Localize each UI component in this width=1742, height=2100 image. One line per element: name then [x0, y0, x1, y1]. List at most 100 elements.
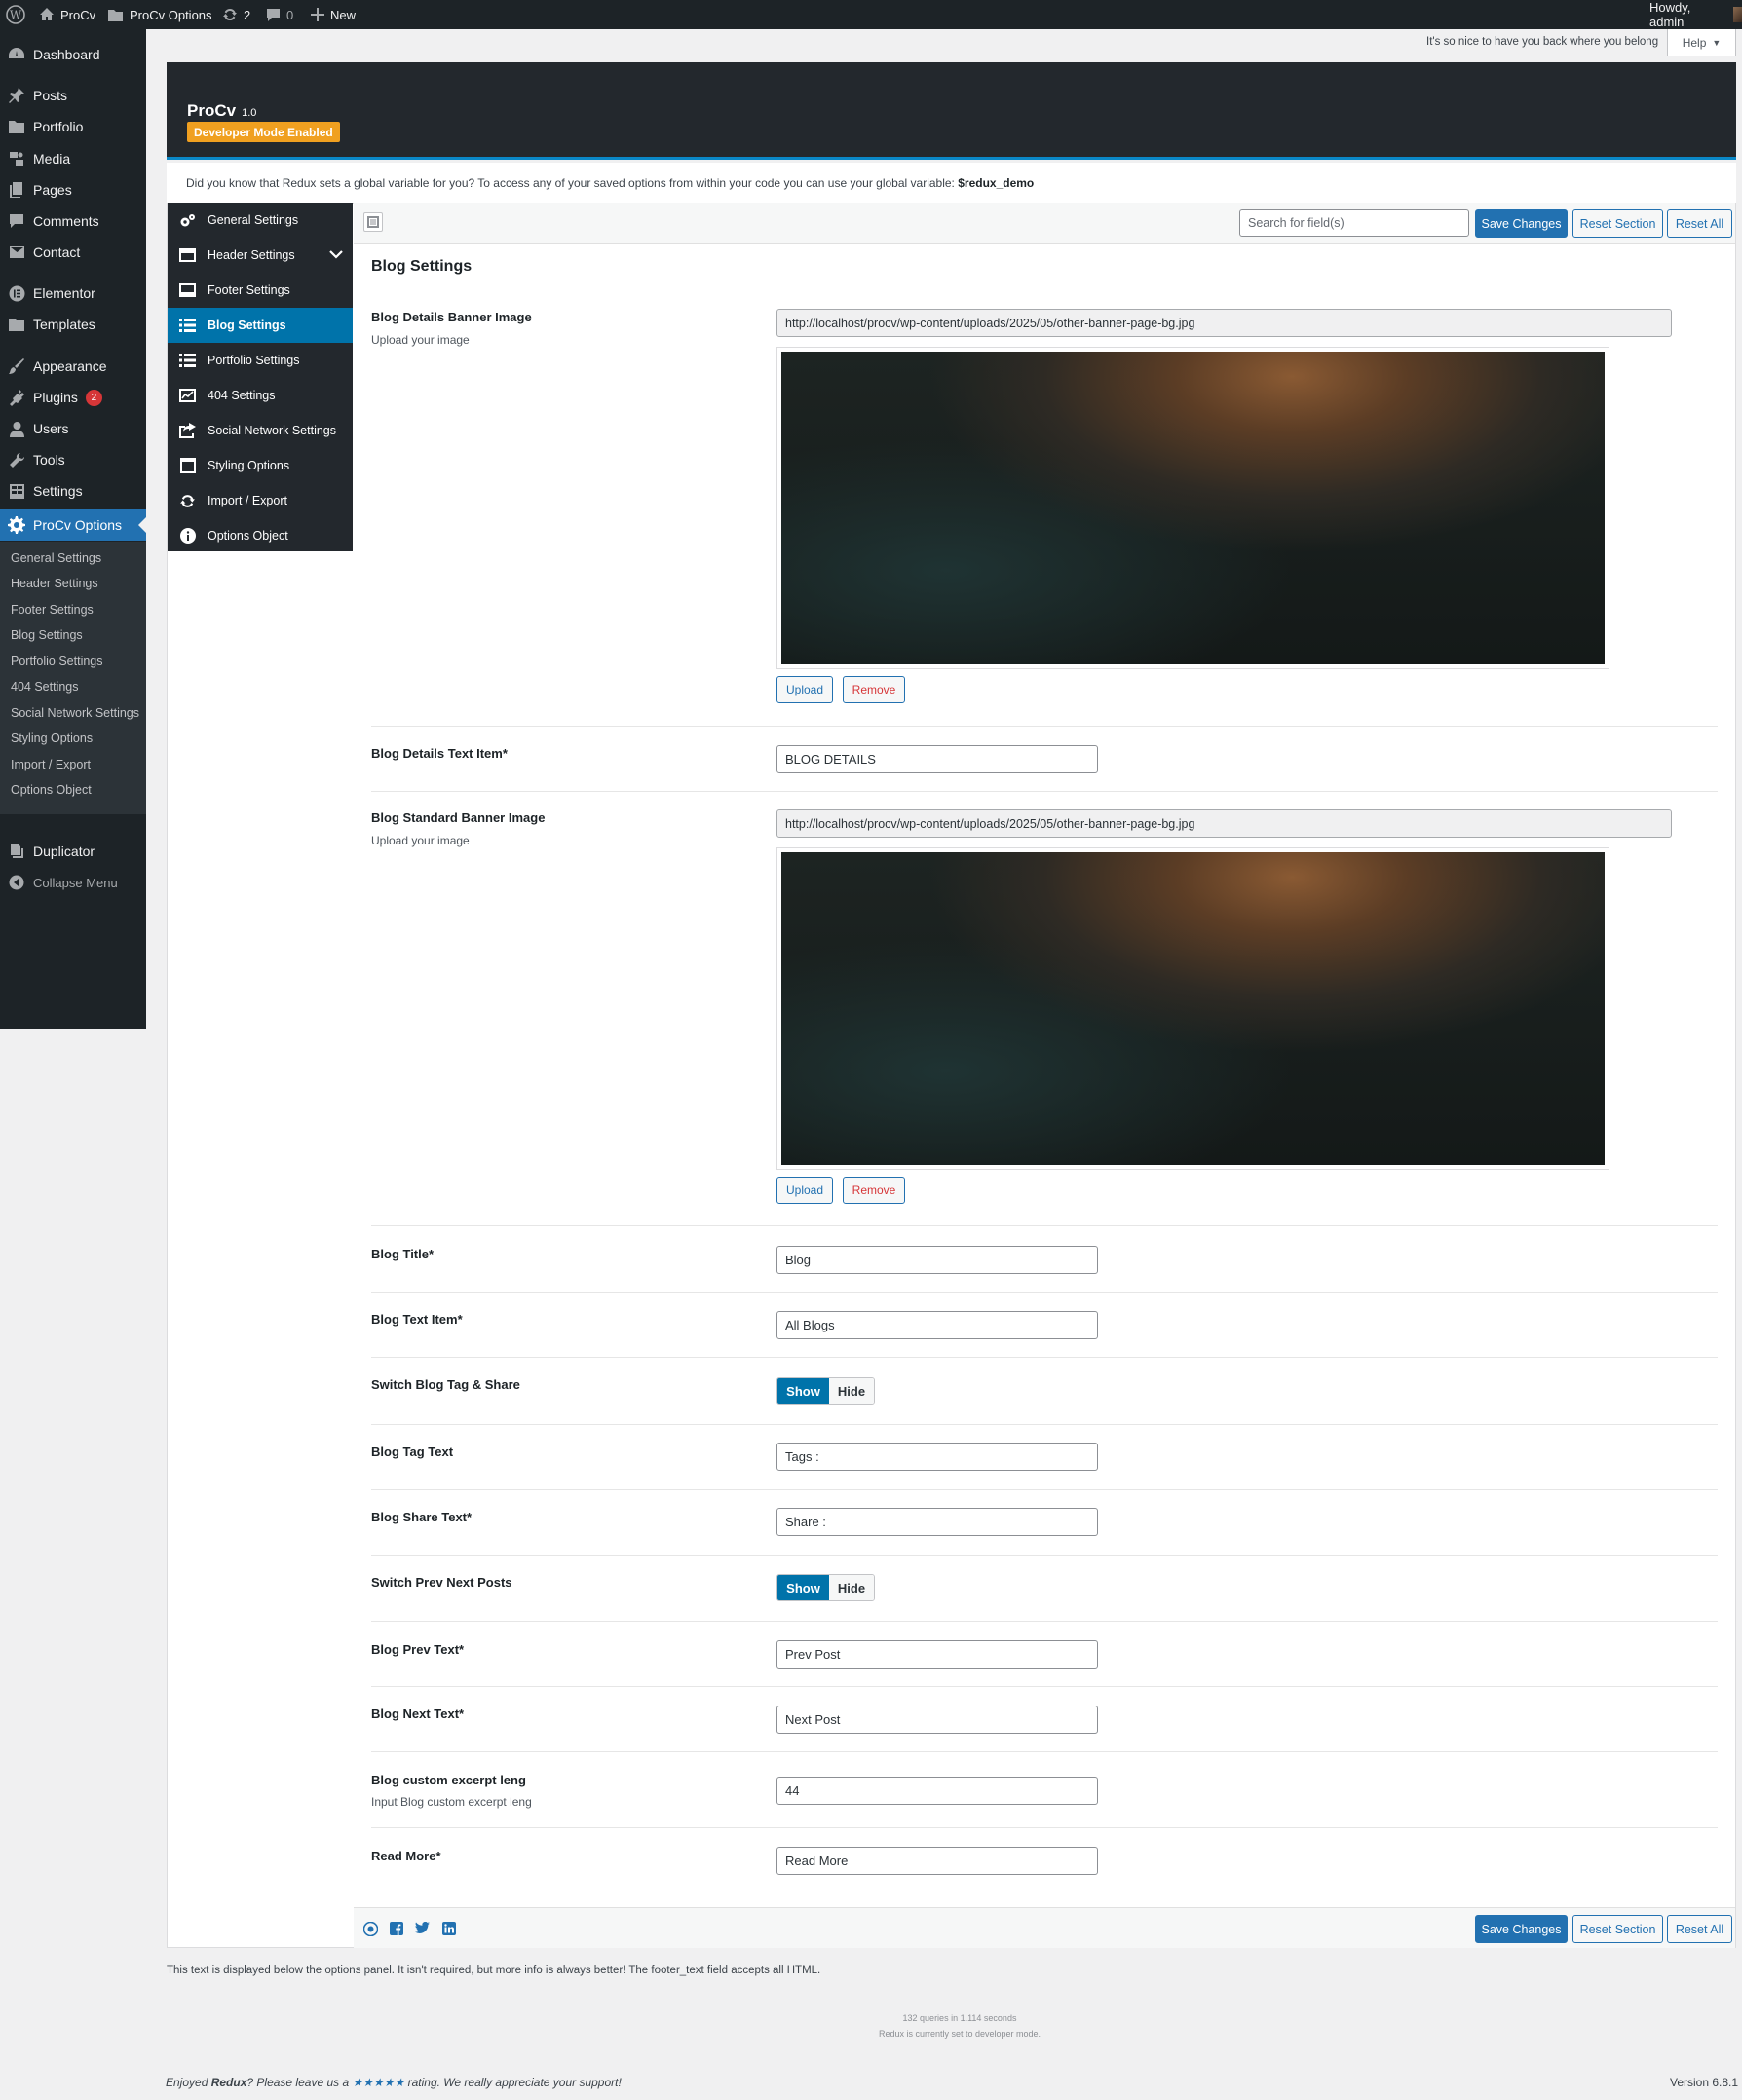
menu-plugins[interactable]: Plugins 2: [0, 382, 146, 413]
site-name-link[interactable]: ProCv: [39, 0, 95, 29]
nav-import-export[interactable]: Import / Export: [168, 483, 353, 518]
share-icon: [168, 423, 208, 438]
search-input[interactable]: Search for field(s): [1239, 209, 1469, 237]
next-text-field[interactable]: Next Post: [776, 1706, 1098, 1734]
standard-banner-upload-button[interactable]: Upload: [776, 1177, 833, 1204]
menu-users[interactable]: Users: [0, 413, 146, 444]
folder-icon: [0, 119, 33, 134]
settings-icon: [0, 483, 33, 500]
menu-portfolio[interactable]: Portfolio: [0, 111, 146, 142]
tag-text-field[interactable]: Tags :: [776, 1443, 1098, 1471]
details-banner-url-field[interactable]: http://localhost/procv/wp-content/upload…: [776, 309, 1672, 337]
nav-header-settings[interactable]: Header Settings: [168, 238, 353, 273]
nav-label: Footer Settings: [208, 283, 290, 297]
standard-banner-url-field[interactable]: http://localhost/procv/wp-content/upload…: [776, 809, 1672, 838]
help-label: Help: [1682, 35, 1707, 50]
save-changes-button[interactable]: Save Changes: [1475, 1915, 1568, 1943]
divider: [371, 1292, 1718, 1293]
standard-banner-remove-button[interactable]: Remove: [843, 1177, 905, 1204]
menu-elementor[interactable]: Elementor: [0, 278, 146, 309]
submenu-import-export[interactable]: Import / Export: [11, 758, 91, 771]
prev-text-field[interactable]: Prev Post: [776, 1640, 1098, 1669]
howdy-text: Howdy, admin: [1649, 0, 1691, 29]
switch-hide[interactable]: Hide: [829, 1575, 874, 1600]
field-label: Blog custom excerpt leng: [371, 1773, 526, 1787]
account-menu[interactable]: Howdy, admin: [1649, 0, 1742, 29]
nav-social-network-settings[interactable]: Social Network Settings: [168, 413, 353, 448]
submenu-styling-options[interactable]: Styling Options: [11, 731, 93, 745]
menu-templates[interactable]: Templates: [0, 309, 146, 340]
submenu-footer-settings[interactable]: Footer Settings: [11, 603, 94, 617]
expand-options-icon[interactable]: [363, 212, 383, 232]
nav-portfolio-settings[interactable]: Portfolio Settings: [168, 343, 353, 378]
reset-section-button[interactable]: Reset Section: [1572, 1915, 1663, 1943]
details-banner-upload-button[interactable]: Upload: [776, 676, 833, 703]
menu-duplicator[interactable]: Duplicator: [0, 836, 146, 867]
submenu-blog-settings[interactable]: Blog Settings: [11, 628, 83, 642]
nav-styling-options[interactable]: Styling Options: [168, 448, 353, 483]
details-text-field[interactable]: BLOG DETAILS: [776, 745, 1098, 773]
reset-section-label: Reset Section: [1579, 216, 1656, 231]
rating-stars-link[interactable]: ★★★★★: [352, 2076, 404, 2089]
submenu-options-object[interactable]: Options Object: [11, 783, 92, 797]
new-content-link[interactable]: New: [311, 0, 356, 29]
switch-show[interactable]: Show: [777, 1575, 829, 1600]
enjoyed-text: Enjoyed: [166, 2076, 211, 2089]
collapse-menu[interactable]: Collapse Menu: [0, 867, 146, 898]
facebook-icon[interactable]: [390, 1922, 403, 1935]
menu-contact[interactable]: Contact: [0, 237, 146, 268]
menu-settings[interactable]: Settings: [0, 475, 146, 506]
nav-options-object[interactable]: Options Object: [168, 518, 353, 553]
nav-blog-settings[interactable]: Blog Settings: [168, 308, 353, 343]
menu-pages[interactable]: Pages: [0, 174, 146, 206]
read-more-field[interactable]: Read More: [776, 1847, 1098, 1875]
field-value: http://localhost/procv/wp-content/upload…: [785, 816, 1195, 831]
reset-all-button[interactable]: Reset All: [1667, 209, 1732, 238]
linkedin-icon[interactable]: [442, 1922, 456, 1935]
reset-section-button[interactable]: Reset Section: [1572, 209, 1663, 238]
menu-tools[interactable]: Tools: [0, 444, 146, 475]
banner-image: [781, 352, 1605, 664]
header-icon: [168, 248, 208, 262]
new-label: New: [330, 7, 357, 22]
options-link[interactable]: ProCv Options: [107, 0, 212, 29]
brush-icon: [0, 357, 33, 375]
window-icon: [168, 458, 208, 473]
blog-text-field[interactable]: All Blogs: [776, 1311, 1098, 1339]
field-label: Blog Title*: [371, 1247, 435, 1261]
save-changes-button[interactable]: Save Changes: [1475, 209, 1568, 238]
menu-appearance[interactable]: Appearance: [0, 351, 146, 382]
menu-comments[interactable]: Comments: [0, 206, 146, 237]
submenu-portfolio-settings[interactable]: Portfolio Settings: [11, 655, 103, 668]
nav-footer-settings[interactable]: Footer Settings: [168, 273, 353, 308]
comments-link[interactable]: 0: [266, 0, 293, 29]
submenu-404-settings[interactable]: 404 Settings: [11, 680, 79, 694]
field-label: Blog Prev Text*: [371, 1642, 465, 1657]
switch-hide[interactable]: Hide: [829, 1378, 874, 1404]
menu-dashboard[interactable]: Dashboard: [0, 39, 146, 70]
share-text-field[interactable]: Share :: [776, 1508, 1098, 1536]
blog-title-field[interactable]: Blog: [776, 1246, 1098, 1274]
nav-404-settings[interactable]: 404 Settings: [168, 378, 353, 413]
menu-procv-options[interactable]: ProCv Options: [0, 509, 146, 541]
wordpress-logo-icon[interactable]: W: [6, 0, 25, 29]
submenu-header-settings[interactable]: Header Settings: [11, 577, 98, 590]
list-icon: [168, 319, 208, 332]
switch-show[interactable]: Show: [777, 1378, 829, 1404]
submenu-general-settings[interactable]: General Settings: [11, 551, 101, 565]
divider: [371, 1621, 1718, 1622]
twitter-icon[interactable]: [415, 1922, 430, 1934]
menu-media[interactable]: Media: [0, 143, 146, 174]
excerpt-length-field[interactable]: 44: [776, 1777, 1098, 1805]
details-banner-remove-button[interactable]: Remove: [843, 676, 905, 703]
redux-icon[interactable]: [363, 1922, 378, 1936]
submenu-social-network-settings[interactable]: Social Network Settings: [11, 706, 139, 720]
updates-link[interactable]: 2: [222, 0, 250, 29]
nav-general-settings[interactable]: General Settings: [168, 203, 353, 238]
tag-share-switch: Show Hide: [776, 1377, 875, 1405]
reset-all-button[interactable]: Reset All: [1667, 1915, 1732, 1943]
chevron-down-icon[interactable]: [329, 247, 343, 261]
menu-posts[interactable]: Posts: [0, 80, 146, 111]
help-button[interactable]: Help ▼: [1667, 29, 1736, 56]
details-banner-preview: [776, 347, 1609, 669]
